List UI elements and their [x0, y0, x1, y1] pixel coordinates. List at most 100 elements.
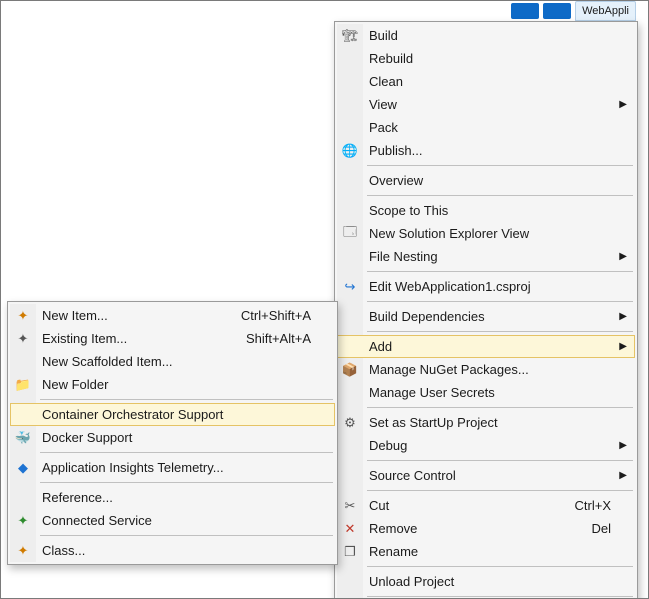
menu-separator	[40, 399, 333, 400]
menu-item-overview[interactable]: Overview	[337, 169, 635, 192]
menu-item-label: Clean	[369, 74, 611, 89]
gear-icon: ⚙	[342, 415, 358, 431]
menu-item-label: Remove	[369, 521, 563, 536]
blank-icon	[342, 438, 358, 454]
blank-icon	[342, 97, 358, 113]
blank-icon	[342, 249, 358, 265]
menu-item-label: New Item...	[42, 308, 213, 323]
menu-item-publish[interactable]: 🌐Publish...	[337, 139, 635, 162]
menu-item-new-item[interactable]: ✦ New Item... Ctrl+Shift+A	[10, 304, 335, 327]
menu-item-label: Container Orchestrator Support	[42, 407, 311, 422]
menu-separator	[367, 195, 633, 196]
menu-item-build-dependencies[interactable]: Build Dependencies ▶	[337, 305, 635, 328]
menu-separator	[40, 535, 333, 536]
menu-item-label: Source Control	[369, 468, 611, 483]
globe-icon: 🌐	[342, 143, 358, 159]
blank-icon	[15, 490, 31, 506]
menu-item-label: Existing Item...	[42, 331, 218, 346]
menu-item-existing-item[interactable]: ✦Existing Item...Shift+Alt+A	[10, 327, 335, 350]
menu-item-new-solution-explorer-view[interactable]: 🗔New Solution Explorer View	[337, 222, 635, 245]
blank-icon	[342, 468, 358, 484]
menu-item-manage-user-secrets[interactable]: Manage User Secrets	[337, 381, 635, 404]
menu-item-cut[interactable]: ✂CutCtrl+X	[337, 494, 635, 517]
submenu-arrow-icon: ▶	[619, 250, 627, 261]
menu-item-docker-support[interactable]: 🐳Docker Support	[10, 426, 335, 449]
menu-item-unload-project[interactable]: Unload Project	[337, 570, 635, 593]
blank-icon	[342, 203, 358, 219]
menu-item-label: File Nesting	[369, 249, 611, 264]
menu-item-label: Application Insights Telemetry...	[42, 460, 311, 475]
submenu-arrow-icon: ▶	[619, 98, 627, 109]
menu-item-label: Unload Project	[369, 574, 611, 589]
menu-item-application-insights-telemetry[interactable]: ◆ Application Insights Telemetry...	[10, 456, 335, 479]
project-context-menu[interactable]: 🏗 Build Rebuild Clean View ▶ Pack 🌐Publish... Ov…	[334, 21, 638, 599]
menu-item-pack[interactable]: Pack	[337, 116, 635, 139]
menu-item-label: Set as StartUp Project	[369, 415, 611, 430]
class-icon: ✦	[15, 543, 31, 559]
menu-item-view[interactable]: View ▶	[337, 93, 635, 116]
menu-item-label: Cut	[369, 498, 547, 513]
menu-separator	[367, 460, 633, 461]
menu-item-manage-nuget-packages[interactable]: 📦 Manage NuGet Packages...	[337, 358, 635, 381]
menu-item-scope-to-this[interactable]: Scope to This	[337, 199, 635, 222]
menu-item-container-orchestrator-support[interactable]: Container Orchestrator Support	[10, 403, 335, 426]
explorer-icon: 🗔	[342, 226, 358, 242]
menu-item-connected-service[interactable]: ✦Connected Service	[10, 509, 335, 532]
submenu-arrow-icon: ▶	[619, 310, 627, 321]
menu-item-label: Manage NuGet Packages...	[369, 362, 611, 377]
add-submenu[interactable]: ✦ New Item... Ctrl+Shift+A ✦ Existing Item..…	[7, 301, 338, 565]
submenu-arrow-icon: ▶	[619, 439, 627, 450]
menu-separator	[367, 331, 633, 332]
menu-item-label: Rebuild	[369, 51, 611, 66]
menu-item-label: Manage User Secrets	[369, 385, 611, 400]
menu-separator	[367, 271, 633, 272]
menu-item-add[interactable]: Add▶	[337, 335, 635, 358]
blank-icon	[342, 385, 358, 401]
menu-item-label: Pack	[369, 120, 611, 135]
menu-item-label: Connected Service	[42, 513, 311, 528]
menu-item-edit-webapplication1-csproj[interactable]: ↪Edit WebApplication1.csproj	[337, 275, 635, 298]
menu-item-rename[interactable]: ❐Rename	[337, 540, 635, 563]
menu-item-remove[interactable]: ✕RemoveDel	[337, 517, 635, 540]
blank-icon	[342, 74, 358, 90]
menu-item-rebuild[interactable]: Rebuild	[337, 47, 635, 70]
menu-item-class[interactable]: ✦Class...	[10, 539, 335, 562]
menu-item-set-as-startup-project[interactable]: ⚙ Set as StartUp Project	[337, 411, 635, 434]
menu-item-label: Docker Support	[42, 430, 311, 445]
cut-icon: ✂	[342, 498, 358, 514]
menu-item-build[interactable]: 🏗 Build	[337, 24, 635, 47]
blank-icon	[15, 407, 31, 423]
menu-item-file-nesting[interactable]: File Nesting ▶	[337, 245, 635, 268]
blank-icon	[342, 309, 358, 325]
menu-item-label: New Scaffolded Item...	[42, 354, 311, 369]
app-insights-icon: ◆	[15, 460, 31, 476]
rename-icon: ❐	[342, 544, 358, 560]
blank-icon	[342, 51, 358, 67]
menu-item-shortcut: Del	[591, 521, 611, 536]
blank-icon	[342, 120, 358, 136]
menu-item-label: Scope to This	[369, 203, 611, 218]
menu-separator	[367, 301, 633, 302]
menu-item-label: Edit WebApplication1.csproj	[369, 279, 611, 294]
menu-item-label: View	[369, 97, 611, 112]
menu-item-shortcut: Shift+Alt+A	[246, 331, 311, 346]
menu-item-label: Reference...	[42, 490, 311, 505]
menu-item-source-control[interactable]: Source Control▶	[337, 464, 635, 487]
menu-item-clean[interactable]: Clean	[337, 70, 635, 93]
nuget-icon: 📦	[342, 362, 358, 378]
menu-item-label: Add	[369, 339, 611, 354]
new-item-icon: ✦	[15, 308, 31, 324]
menu-item-reference[interactable]: Reference...	[10, 486, 335, 509]
menu-item-new-folder[interactable]: 📁New Folder	[10, 373, 335, 396]
menu-item-new-scaffolded-item[interactable]: New Scaffolded Item...	[10, 350, 335, 373]
menu-item-label: Build Dependencies	[369, 309, 611, 324]
menu-item-shortcut: Ctrl+Shift+A	[241, 308, 311, 323]
menu-item-label: Build	[369, 28, 611, 43]
menu-item-debug[interactable]: Debug▶	[337, 434, 635, 457]
menu-separator	[367, 407, 633, 408]
bg-button	[511, 3, 539, 19]
build-icon: 🏗	[342, 28, 358, 44]
blank-icon	[342, 574, 358, 590]
menu-separator	[367, 490, 633, 491]
blank-icon	[15, 354, 31, 370]
